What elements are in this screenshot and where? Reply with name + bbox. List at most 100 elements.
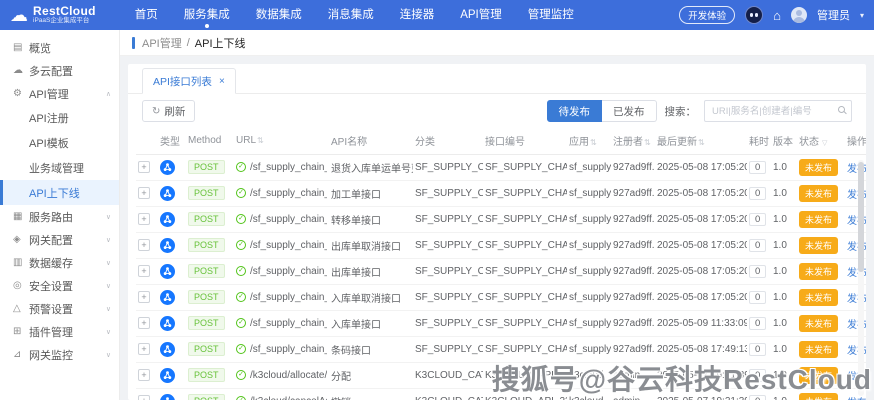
col-time: 0 [747, 336, 771, 362]
col-version: 1.0 [771, 180, 797, 206]
sidebar-item-3[interactable]: ⚙API管理∧ [0, 82, 119, 105]
search-icon[interactable] [838, 106, 845, 113]
column-header-版本: 版本 [771, 128, 797, 154]
col-api-name: 出库单接口 [329, 258, 413, 284]
api-type-icon [160, 162, 175, 173]
url-text: /sf_supply_chain_techno... [250, 162, 327, 173]
col-registrant: 927ad9ff... [611, 154, 655, 180]
sidebar-item-10[interactable]: ⊿网关监控∨ [0, 343, 119, 366]
published-filter-button[interactable]: 已发布 [602, 100, 657, 122]
sidebar-item-7[interactable]: ◎安全设置∨ [0, 274, 119, 297]
col-code: K3CLOUD_API_2303100... [483, 388, 567, 400]
sidebar-item-label: 概览 [29, 40, 111, 56]
nav-item-4[interactable]: 消息集成 [315, 0, 387, 30]
brand-logo[interactable]: ☁ RestCloud iPaaS企业集成平台 [10, 5, 96, 24]
col-registrant: admin [611, 388, 655, 400]
expand-row-button[interactable]: + [138, 317, 150, 329]
scrollbar[interactable] [858, 160, 864, 396]
expand-row-button[interactable]: + [138, 395, 150, 400]
sidebar-subitem-API模板[interactable]: API模板 [0, 130, 119, 155]
expand-row-button[interactable]: + [138, 369, 150, 381]
close-icon[interactable]: × [219, 76, 225, 87]
col-method: POST [186, 336, 234, 362]
nav-item-5[interactable]: 连接器 [387, 0, 448, 30]
check-circle-icon: ✓ [236, 266, 246, 276]
sidebar-item-5[interactable]: ◈网关配置∨ [0, 228, 119, 251]
expand-row-button[interactable]: + [138, 343, 150, 355]
expand-row-button[interactable]: + [138, 265, 150, 277]
sidebar-item-6[interactable]: ▥数据缓存∨ [0, 251, 119, 274]
tab-api-list[interactable]: API接口列表 × [142, 68, 236, 94]
sidebar-item-2[interactable]: ☁多云配置 [0, 59, 119, 82]
nav-item-7[interactable]: 管理监控 [515, 0, 587, 30]
tab-bar: API接口列表 × [128, 64, 866, 94]
expand-row-button[interactable]: + [138, 239, 150, 251]
ai-assistant-icon[interactable] [745, 6, 763, 24]
sort-icon[interactable]: ⇅ [698, 138, 705, 147]
username[interactable]: 管理员 [817, 7, 850, 23]
sidebar-item-9[interactable]: ⊞插件管理∨ [0, 320, 119, 343]
sort-icon[interactable]: ⇅ [590, 138, 597, 147]
cloud-logo-icon: ☁ [10, 6, 28, 24]
method-badge: POST [188, 394, 225, 400]
col-app: sf_supply... [567, 310, 611, 336]
col-url: ✓/sf_supply_chain_techno... [234, 310, 329, 336]
column-header-分类: 分类 [413, 128, 483, 154]
sidebar-item-label: 网关配置 [29, 232, 106, 248]
plugin-icon: ⊞ [13, 326, 29, 337]
check-circle-icon: ✓ [236, 370, 246, 380]
sidebar-item-8[interactable]: △预警设置∨ [0, 297, 119, 320]
avatar[interactable] [791, 7, 807, 23]
search-input[interactable] [704, 100, 852, 122]
column-header-操作: 操作 [845, 128, 866, 154]
column-header-label: URL [236, 135, 256, 146]
sidebar-subitem-业务域管理[interactable]: 业务域管理 [0, 155, 119, 180]
scrollbar-thumb[interactable] [858, 162, 864, 272]
col-updated: 2025-05-07 19:21:39 [655, 388, 747, 400]
table-row: +POST✓/sf_supply_chain_techno...转移单接口SF_… [136, 206, 866, 232]
col-registrant: 927ad9ff... [611, 258, 655, 284]
col-expand: + [136, 362, 158, 388]
chevron-down-icon: ∨ [106, 351, 111, 359]
nav-item-3[interactable]: 数据集成 [243, 0, 315, 30]
check-circle-icon: ✓ [236, 318, 246, 328]
pending-filter-button[interactable]: 待发布 [547, 100, 603, 122]
filter-icon[interactable]: ▽ [822, 140, 827, 147]
col-url: ✓/sf_supply_chain_techno... [234, 336, 329, 362]
expand-row-button[interactable]: + [138, 187, 150, 199]
col-category: SF_SUPPLY_CHAIN... [413, 154, 483, 180]
home-icon[interactable]: ⌂ [773, 8, 781, 23]
status-badge: 未发布 [799, 185, 838, 202]
sidebar-item-label: 预警设置 [29, 301, 106, 317]
chevron-down-icon: ▾ [860, 11, 864, 20]
sort-icon[interactable]: ⇅ [644, 138, 651, 147]
column-header-API名称: API名称 [329, 128, 413, 154]
sidebar-item-4[interactable]: ▦服务路由∨ [0, 205, 119, 228]
status-badge: 未发布 [799, 367, 838, 384]
check-circle-icon: ✓ [236, 188, 246, 198]
col-code: SF_SUPPLY_CHAIN_TEC... [483, 336, 567, 362]
column-header-label: Method [188, 135, 221, 146]
col-updated: 2025-05-08 17:05:20 [655, 206, 747, 232]
time-value: 0 [749, 395, 766, 400]
expand-row-button[interactable]: + [138, 291, 150, 303]
nav-item-6[interactable]: API管理 [447, 0, 515, 30]
nav-item-2[interactable]: 服务集成 [171, 0, 243, 30]
check-circle-icon: ✓ [236, 344, 246, 354]
refresh-button[interactable]: ↻ 刷新 [142, 100, 195, 122]
col-status: 未发布 [797, 362, 845, 388]
dev-experience-button[interactable]: 开发体验 [679, 6, 735, 24]
sidebar-subitem-API上下线[interactable]: API上下线 [0, 180, 119, 205]
sidebar-subitem-API注册[interactable]: API注册 [0, 105, 119, 130]
table-row: +POST✓/k3cloud/allocate/form...分配K3CLOUD… [136, 362, 866, 388]
col-status: 未发布 [797, 258, 845, 284]
sidebar-item-label: 多云配置 [29, 63, 111, 79]
status-badge: 未发布 [799, 393, 838, 400]
nav-item-1[interactable]: 首页 [122, 0, 171, 30]
time-value: 0 [749, 213, 766, 226]
col-updated: 2025-05-08 17:05:20 [655, 180, 747, 206]
sort-icon[interactable]: ⇅ [257, 136, 264, 145]
expand-row-button[interactable]: + [138, 161, 150, 173]
expand-row-button[interactable]: + [138, 213, 150, 225]
sidebar-item-1[interactable]: ▤概览 [0, 36, 119, 59]
